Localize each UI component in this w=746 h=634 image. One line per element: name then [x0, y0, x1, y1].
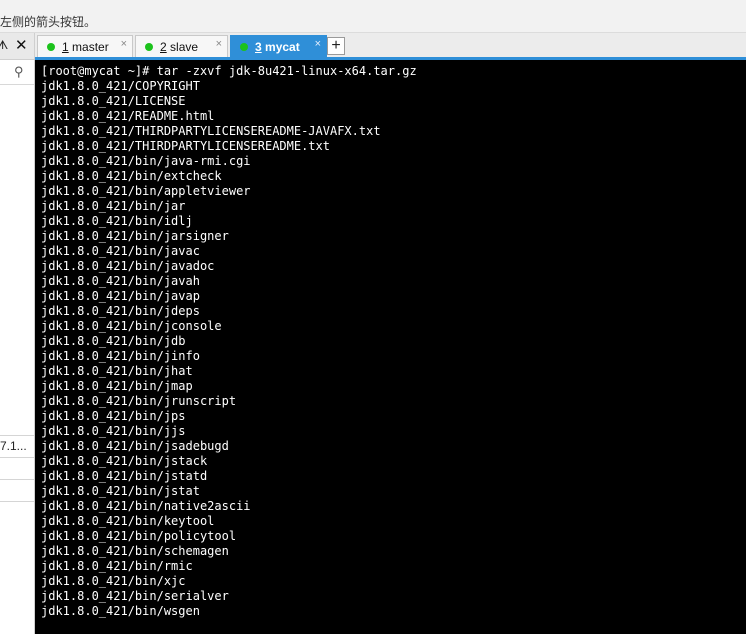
tab-master[interactable]: 1 master × [37, 35, 133, 57]
session-tab-bar: + 1 master × 2 slave × 3 mycat × [35, 33, 746, 60]
tab-number: 3 [255, 40, 262, 54]
tab-close-icon[interactable]: × [121, 38, 127, 50]
sidebar-row[interactable]: 7.1... [0, 435, 34, 457]
tab-label: 3 mycat [255, 40, 300, 54]
status-dot-icon [47, 43, 55, 51]
tab-close-icon[interactable]: × [216, 38, 222, 50]
pin-icon[interactable]: ᗑ [0, 38, 8, 53]
status-dot-icon [240, 43, 248, 51]
sidebar-list: 7.1... [0, 435, 34, 523]
sidebar-search-input[interactable]: ⚲ [0, 60, 34, 85]
tab-number: 1 [62, 40, 69, 54]
tab-name: master [68, 40, 109, 54]
sidebar-row[interactable] [0, 457, 34, 479]
tab-label: 2 slave [160, 40, 198, 54]
tab-name: slave [166, 40, 199, 54]
hint-text: 左侧的箭头按钮。 [0, 15, 97, 29]
tab-close-icon[interactable]: × [315, 38, 321, 50]
new-tab-button[interactable]: + [327, 37, 345, 55]
tab-name: mycat [261, 40, 300, 54]
status-dot-icon [145, 43, 153, 51]
top-hint-bar: 左侧的箭头按钮。 [0, 0, 746, 33]
tab-mycat[interactable]: 3 mycat × [230, 35, 327, 60]
tab-slave[interactable]: 2 slave × [135, 35, 228, 57]
tab-number: 2 [160, 40, 167, 54]
close-icon[interactable]: ✕ [15, 36, 28, 54]
sidebar-row[interactable] [0, 479, 34, 501]
tab-label: 1 master [62, 40, 109, 54]
search-icon[interactable]: ⚲ [14, 64, 24, 80]
terminal-text: [root@mycat ~]# tar -zxvf jdk-8u421-linu… [41, 64, 417, 618]
sidebar-header: ᗑ ✕ [0, 33, 34, 60]
session-sidebar: ᗑ ✕ ⚲ 7.1... [0, 33, 35, 634]
terminal-output[interactable]: [root@mycat ~]# tar -zxvf jdk-8u421-linu… [35, 60, 746, 634]
sidebar-row[interactable] [0, 501, 34, 523]
